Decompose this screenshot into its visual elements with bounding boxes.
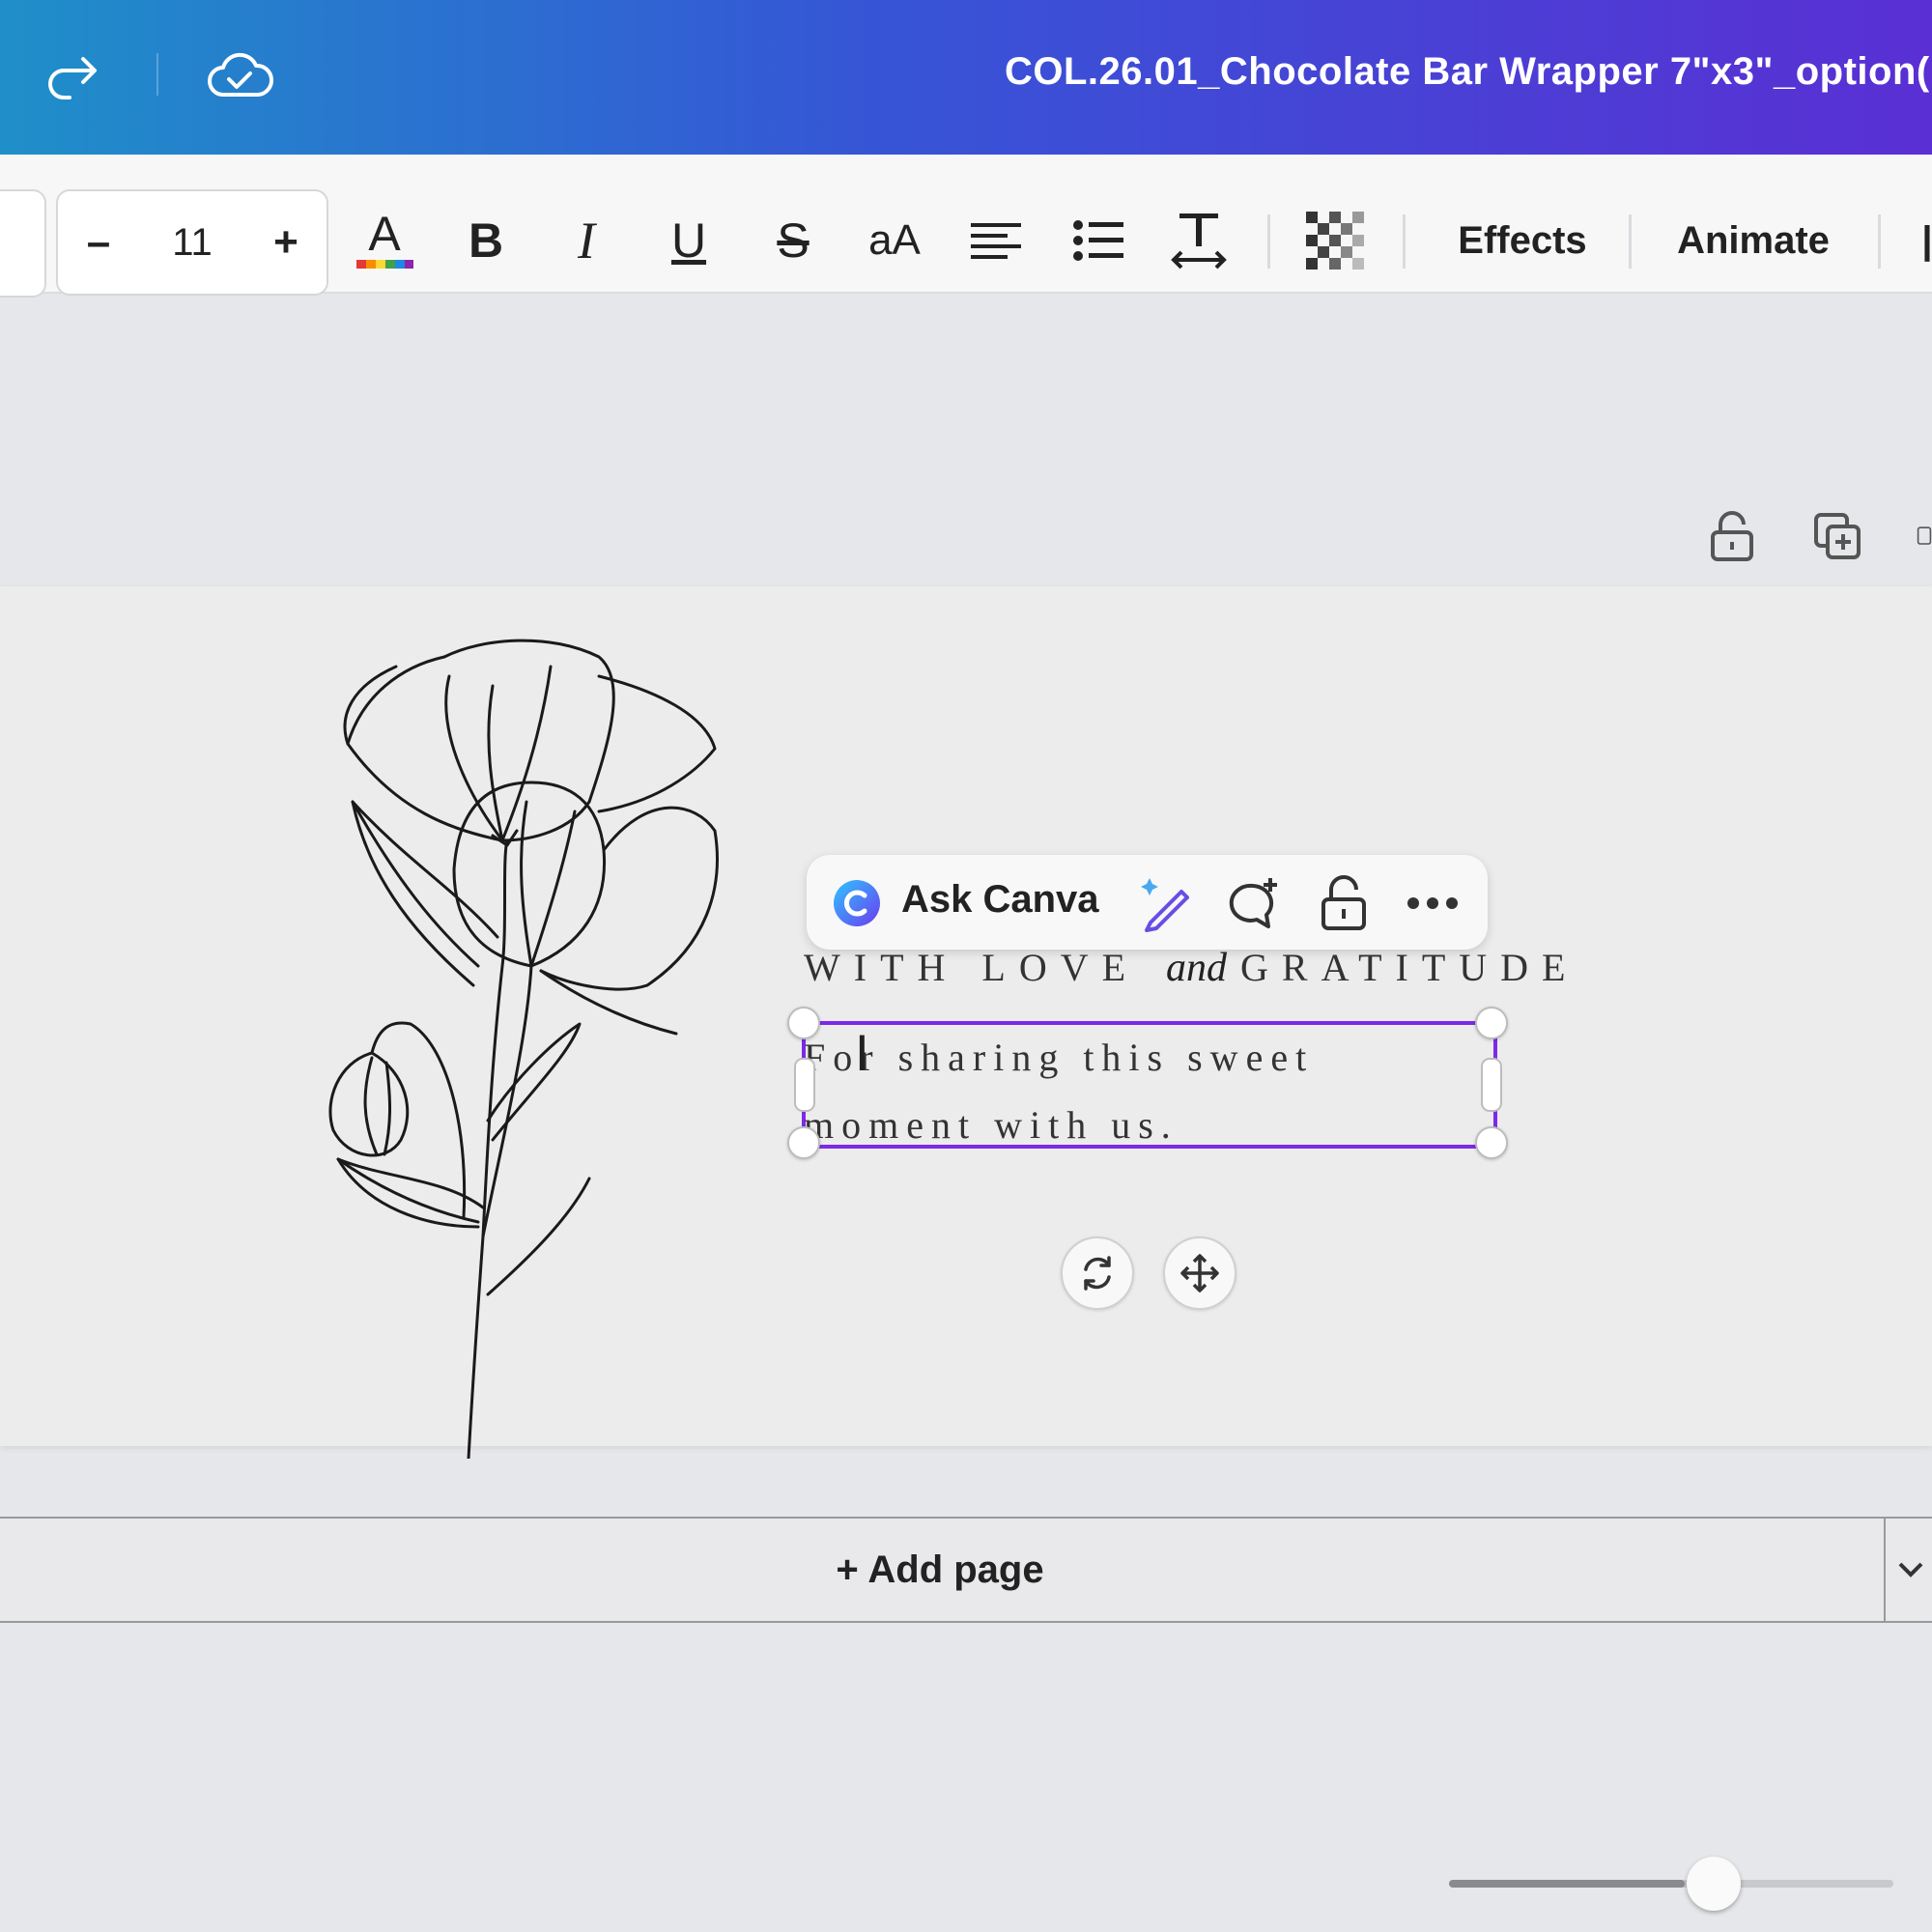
resize-handle-left[interactable] [794, 1058, 815, 1112]
toolbar-divider [1878, 214, 1881, 269]
page-lock-button[interactable] [1710, 502, 1754, 570]
add-page-label: + Add page [836, 1548, 1044, 1591]
font-size-decrease-button[interactable]: – [58, 218, 139, 267]
move-button[interactable] [1163, 1236, 1236, 1310]
animate-button[interactable]: Animate [1662, 189, 1845, 292]
design-page[interactable] [0, 586, 1932, 1446]
spacing-button[interactable] [1165, 189, 1233, 292]
lock-icon [1711, 511, 1753, 561]
svg-text:A: A [368, 207, 401, 261]
bold-button[interactable]: B [452, 189, 520, 292]
add-page-icon [1917, 526, 1932, 545]
more-icon[interactable] [1404, 874, 1462, 932]
underline-button[interactable]: U [655, 189, 723, 292]
zoom-slider[interactable] [1449, 1880, 1893, 1888]
chevron-down-icon [1898, 1562, 1923, 1577]
top-header-bar: COL.26.01_Chocolate Bar Wrapper 7"x3"_op… [0, 0, 1932, 155]
resize-handle-bottom-right[interactable] [1475, 1126, 1508, 1159]
effects-label: Effects [1458, 218, 1587, 262]
rotate-button[interactable] [1061, 1236, 1134, 1310]
duplicate-page-icon [1814, 513, 1861, 559]
body-text[interactable]: For sharing this sweet moment with us. [804, 1024, 1480, 1159]
resize-handle-right[interactable] [1481, 1058, 1502, 1112]
align-left-icon [971, 223, 1021, 259]
pages-expand-button[interactable] [1884, 1517, 1932, 1623]
list-button[interactable] [1065, 189, 1132, 292]
add-page-icon-button[interactable] [1917, 502, 1932, 570]
strikethrough-button[interactable]: S [759, 189, 827, 292]
spacing-icon [1171, 213, 1227, 270]
resize-handle-top-right[interactable] [1475, 1007, 1508, 1039]
toolbar-overflow-item[interactable]: | [1922, 189, 1932, 292]
headline-left: WITH LOVE [804, 946, 1140, 989]
headline-script: and [1166, 946, 1228, 990]
zoom-slider-thumb[interactable] [1687, 1857, 1741, 1911]
document-title[interactable]: COL.26.01_Chocolate Bar Wrapper 7"x3"_op… [1005, 50, 1930, 94]
bold-icon: B [468, 213, 504, 268]
font-size-value[interactable]: 11 [139, 221, 245, 265]
lock-icon[interactable] [1315, 874, 1373, 932]
resize-handle-bottom-left[interactable] [787, 1126, 820, 1159]
italic-button[interactable]: I [553, 189, 620, 292]
move-icon [1180, 1254, 1219, 1293]
redo-icon[interactable] [35, 39, 112, 116]
header-divider [156, 53, 158, 96]
body-text-line-1: For sharing this sweet [804, 1036, 1315, 1079]
toolbar-divider [1267, 214, 1270, 269]
text-cursor-icon: Ι [855, 1026, 869, 1082]
font-family-dropdown[interactable] [0, 189, 46, 298]
text-format-toolbar: – 11 + A B I U S aA Effects Animate | [0, 155, 1932, 298]
strikethrough-icon: S [777, 213, 810, 268]
underline-icon: U [670, 213, 707, 268]
cloud-saved-icon[interactable] [201, 39, 278, 116]
font-size-increase-button[interactable]: + [245, 218, 327, 267]
comment-add-icon[interactable] [1224, 874, 1282, 932]
text-color-icon: A [356, 207, 413, 269]
list-icon [1073, 220, 1123, 261]
floating-context-toolbar: Ask Canva [807, 855, 1488, 950]
add-page-button[interactable]: + Add page [0, 1517, 1886, 1623]
effects-button[interactable]: Effects [1435, 189, 1609, 292]
resize-handle-top-left[interactable] [787, 1007, 820, 1039]
text-color-button[interactable]: A [348, 189, 421, 292]
transparency-icon [1306, 212, 1364, 270]
align-button[interactable] [962, 189, 1030, 292]
letter-case-icon: aA [868, 216, 921, 264]
body-text-line-2: moment with us. [804, 1103, 1179, 1147]
letter-case-button[interactable]: aA [856, 189, 933, 292]
headline-right: GRATITUDE [1240, 946, 1579, 989]
zoom-slider-fill [1449, 1880, 1685, 1888]
transparency-button[interactable] [1304, 189, 1366, 292]
italic-icon: I [578, 212, 595, 270]
headline-text[interactable]: WITH LOVE and GRATITUDE [804, 945, 1578, 991]
toolbar-divider [1629, 214, 1632, 269]
font-size-stepper[interactable]: – 11 + [56, 189, 328, 296]
rotate-icon [1084, 1256, 1111, 1291]
toolbar-divider [1403, 214, 1406, 269]
poppy-flower-illustration[interactable] [309, 638, 734, 1459]
ask-canva-button[interactable]: Ask Canva [901, 878, 1099, 922]
animate-label: Animate [1677, 218, 1830, 262]
canva-assistant-icon[interactable] [828, 874, 886, 932]
magic-edit-icon[interactable] [1137, 874, 1195, 932]
duplicate-page-button[interactable] [1812, 502, 1862, 570]
